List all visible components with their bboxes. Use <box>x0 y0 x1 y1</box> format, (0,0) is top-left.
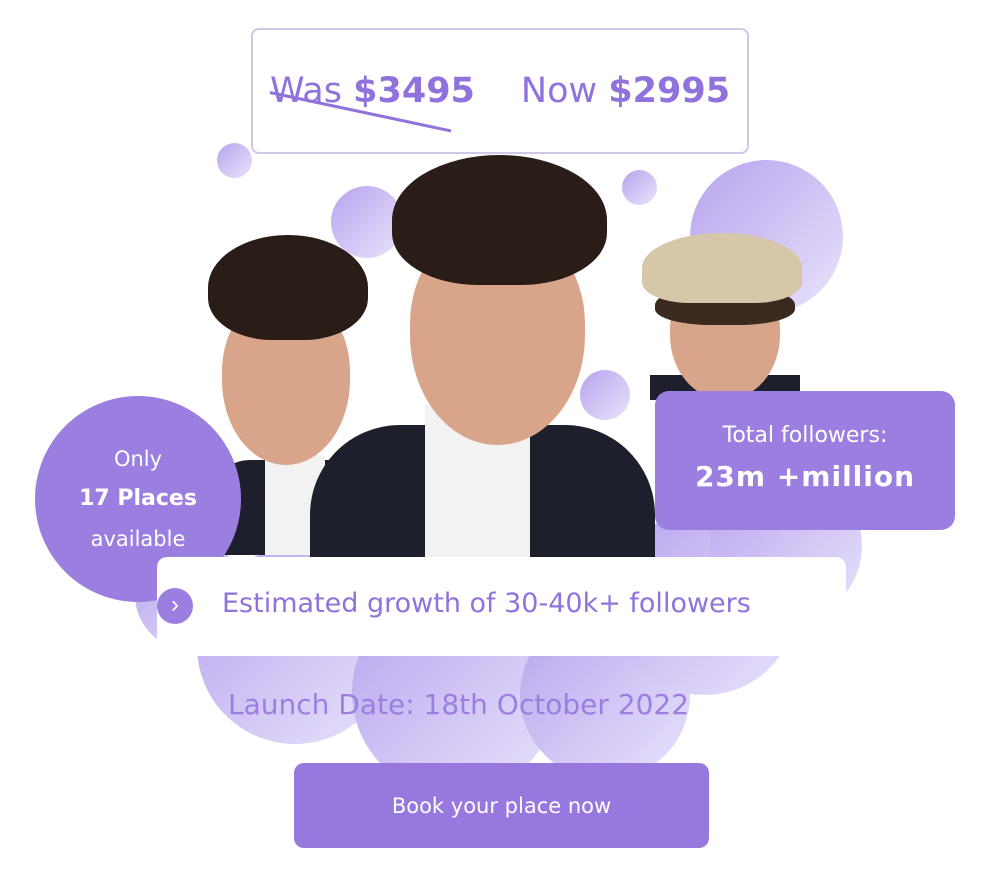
growth-text: Estimated growth of 30-40k+ followers <box>222 588 751 619</box>
growth-banner: › Estimated growth of 30-40k+ followers <box>157 557 846 656</box>
followers-card: Total followers: 23m +million <box>655 391 955 530</box>
availability-line-3: available <box>90 527 186 551</box>
portrait-right <box>630 225 805 400</box>
followers-value: 23m +million <box>694 460 916 493</box>
portrait-center <box>310 155 655 557</box>
chevron-right-icon: › <box>157 588 193 624</box>
availability-line-1: Only <box>113 447 163 471</box>
decor-bubble <box>217 143 252 178</box>
followers-label: Total followers: <box>722 423 888 448</box>
launch-date: Launch Date: 18th October 2022 <box>228 688 690 721</box>
now-amount: $2995 <box>608 71 731 111</box>
book-place-button[interactable]: Book your place now <box>294 763 709 848</box>
was-price: Was $3495 <box>269 71 475 133</box>
availability-line-2: 17 Places <box>79 486 197 511</box>
was-amount: $3495 <box>353 71 475 111</box>
now-label: Now <box>520 71 598 111</box>
price-comparison: Was $3495 Now $2995 <box>251 28 749 154</box>
cap-icon <box>642 233 802 303</box>
now-price: Now $2995 <box>521 71 730 111</box>
